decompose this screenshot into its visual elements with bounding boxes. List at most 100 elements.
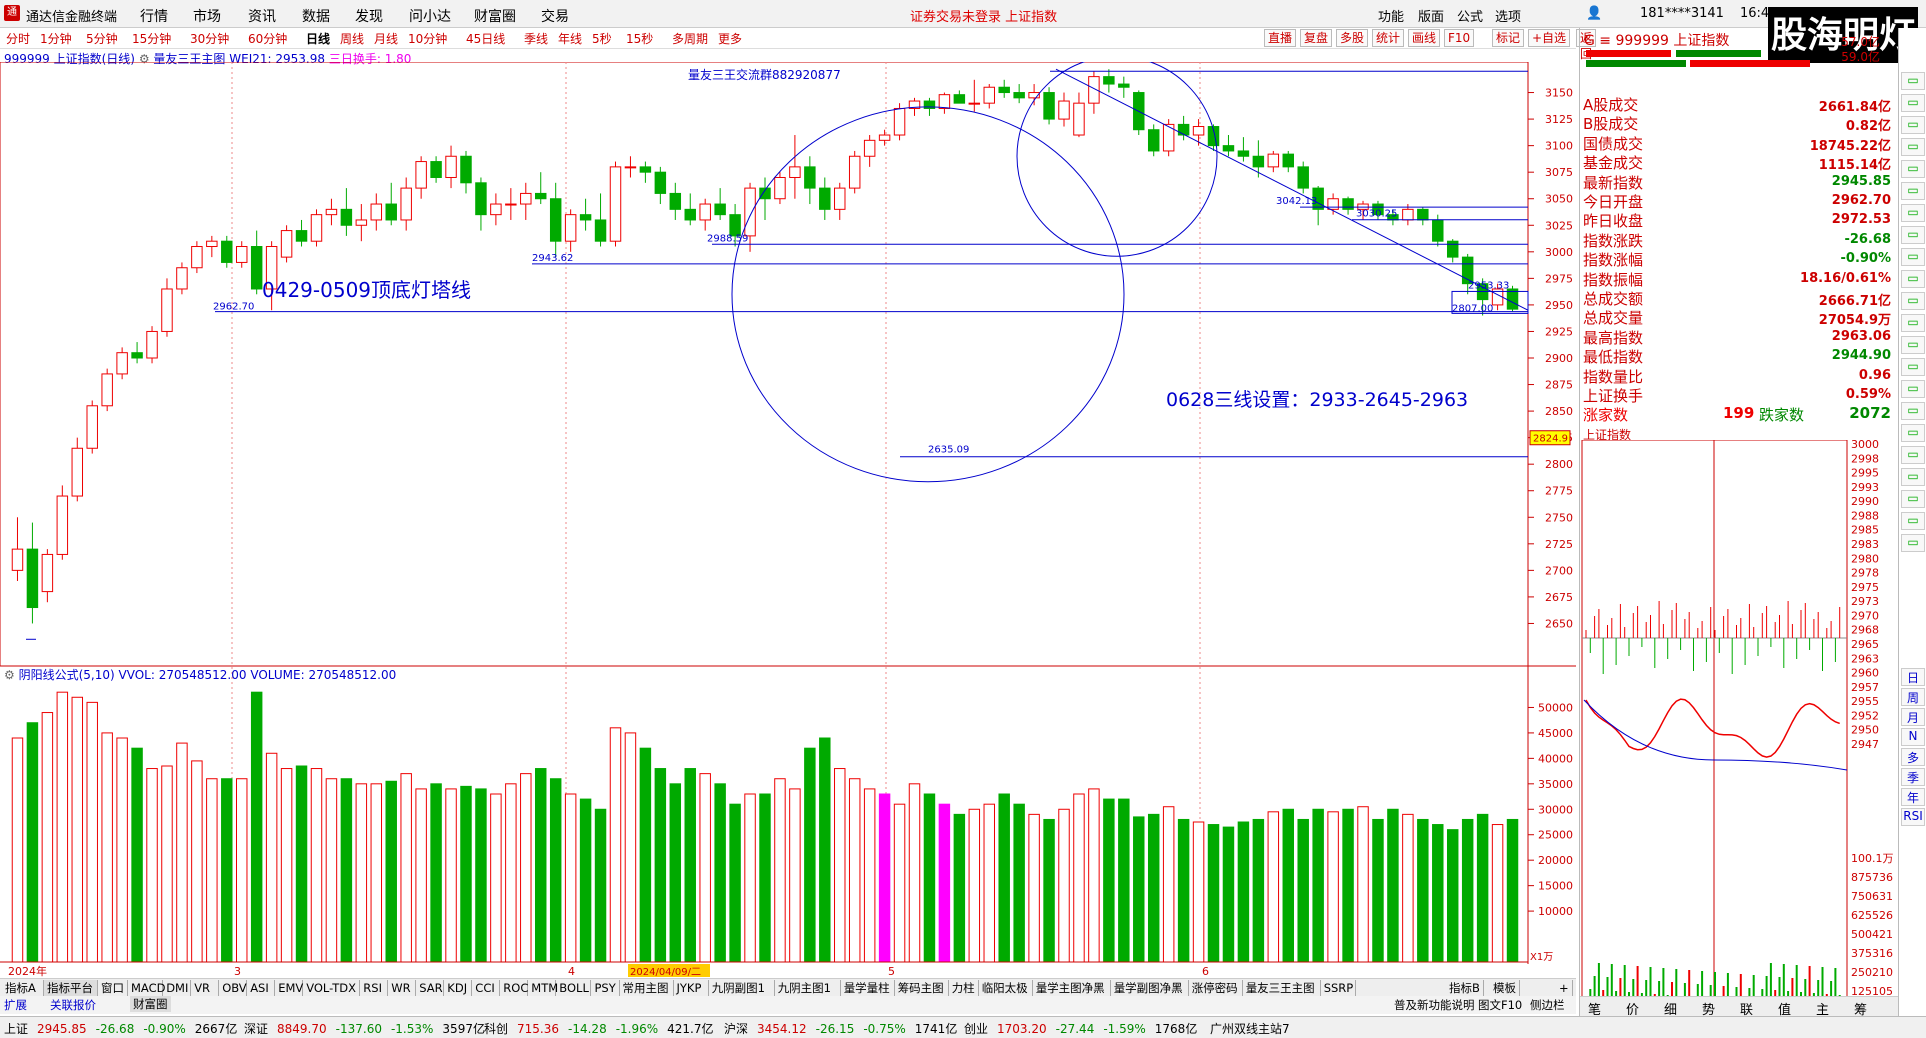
ext-right-item[interactable]: 普及新功能说明 [1394, 997, 1475, 1013]
intraday-mini-chart[interactable]: 30002998 2995299329902988 298529832980 2978… [1580, 440, 1898, 1025]
indicator-tab[interactable]: MTM [528, 980, 558, 996]
sidebar-period[interactable]: 年 [1901, 788, 1925, 806]
period-tab[interactable]: 60分钟 [248, 30, 287, 47]
period-tab[interactable]: 更多 [718, 30, 742, 47]
indicator-tab[interactable]: 量友三王主图 [1243, 980, 1321, 996]
candlestick-chart[interactable]: 3150 3125 3100 3075 3050 3025 3000 2975 2950 2925… [0, 62, 1576, 978]
period-tab[interactable]: 15秒 [626, 30, 653, 47]
indicator-tab[interactable]: OBV [219, 980, 248, 996]
quote-tab[interactable]: 主 [1816, 999, 1829, 1018]
menu-item-options[interactable]: 选项 [1495, 6, 1521, 25]
indicator-tab[interactable]: KDJ [444, 980, 473, 996]
toolbar-button[interactable]: 复盘 [1300, 29, 1333, 47]
sidebar-tool-icon[interactable]: ▭ [1901, 512, 1925, 530]
quote-tab[interactable]: 势 [1702, 999, 1715, 1018]
period-tab[interactable]: 15分钟 [132, 30, 171, 47]
menu-item-formula[interactable]: 公式 [1457, 6, 1483, 25]
quote-tab[interactable]: 笔 [1588, 999, 1601, 1018]
indicator-tab[interactable]: BOLL [556, 980, 592, 996]
quote-tab[interactable]: 筹 [1854, 999, 1867, 1018]
indicator-tab[interactable]: ROC [500, 980, 528, 996]
period-tab[interactable]: 1分钟 [40, 30, 72, 47]
toolbar-button[interactable]: +自选 [1528, 29, 1571, 47]
sidebar-tool-icon[interactable]: ▭ [1901, 336, 1925, 354]
period-tab[interactable]: 30分钟 [190, 30, 229, 47]
indicator-tab[interactable]: CCI [472, 980, 501, 996]
period-tab[interactable]: 分时 [6, 30, 30, 47]
sidebar-period[interactable]: 季 [1901, 768, 1925, 786]
indicator-tab[interactable]: 量学副图净黑 [1111, 980, 1189, 996]
sidebar-tool-icon[interactable]: ▭ [1901, 116, 1925, 134]
menu-item[interactable]: 问小达 [409, 6, 451, 26]
sidebar-tool-icon[interactable]: ▭ [1901, 402, 1925, 420]
indicator-tab[interactable]: SSRP [1321, 980, 1356, 996]
indicator-tab[interactable]: 指标A [2, 980, 44, 996]
indicator-tab[interactable]: RSI [360, 980, 389, 996]
indicator-tab[interactable]: 常用主图 [620, 980, 674, 996]
volume-indicator-name[interactable]: 阴阳线公式(5,10) [19, 668, 115, 682]
indicator-tab[interactable]: 涨停密码 [1189, 980, 1243, 996]
sidebar-tool-icon[interactable]: ▭ [1901, 358, 1925, 376]
indicator-tab[interactable]: EMV [275, 980, 303, 996]
indicator-tab[interactable]: 临阳太极 [979, 980, 1033, 996]
sidebar-tool-icon[interactable]: ▭ [1901, 204, 1925, 222]
period-tab[interactable]: 10分钟 [408, 30, 447, 47]
ext-item[interactable]: 关联报价 [50, 997, 96, 1013]
quote-tab[interactable]: 联 [1740, 999, 1753, 1018]
sidebar-period[interactable]: N [1901, 728, 1925, 746]
sidebar-tool-icon[interactable]: ▭ [1901, 490, 1925, 508]
indicator-tab[interactable]: 九阴主图1 [775, 980, 841, 996]
sidebar-tool-icon[interactable]: ▭ [1901, 424, 1925, 442]
period-tab[interactable]: 季线 [524, 30, 548, 47]
menu-item[interactable]: 资讯 [248, 6, 276, 26]
indicator-tab[interactable]: JYKP [674, 980, 709, 996]
toolbar-button[interactable]: 标记 [1492, 29, 1525, 47]
indicator-tab[interactable]: 量学主图净黑 [1033, 980, 1111, 996]
ext-right-item[interactable]: 图文F10 [1478, 997, 1522, 1013]
sidebar-tool-icon[interactable]: ▭ [1901, 248, 1925, 266]
quote-tab[interactable]: 值 [1778, 999, 1791, 1018]
sidebar-tool-icon[interactable]: ▭ [1901, 292, 1925, 310]
sidebar-tool-icon[interactable]: ▭ [1901, 160, 1925, 178]
menu-item[interactable]: 行情 [140, 6, 168, 26]
indicator-tab[interactable]: ASI [247, 980, 276, 996]
sidebar-period[interactable]: RSI [1901, 808, 1925, 826]
sidebar-tool-icon[interactable]: ▭ [1901, 94, 1925, 112]
period-tab[interactable]: 多周期 [672, 30, 708, 47]
sidebar-tool-icon[interactable]: ▭ [1901, 446, 1925, 464]
indicator-tab[interactable]: 量学量柱 [841, 980, 895, 996]
indicator-tab[interactable]: VOL-TDX [303, 980, 361, 996]
indicator-tab[interactable]: DMI [163, 980, 192, 996]
sidebar-tool-icon[interactable]: ▭ [1901, 138, 1925, 156]
sidebar-tool-icon[interactable]: ▭ [1901, 314, 1925, 332]
ext-item[interactable]: 扩展 [4, 997, 27, 1013]
sidebar-tool-icon[interactable]: ▭ [1901, 534, 1925, 552]
gear-icon[interactable]: ⚙ [4, 668, 15, 682]
period-tab[interactable]: 5秒 [592, 30, 612, 47]
sidebar-period[interactable]: 月 [1901, 708, 1925, 726]
sidebar-tool-icon[interactable]: ▭ [1901, 182, 1925, 200]
period-tab[interactable]: 5分钟 [86, 30, 118, 47]
indicator-tab[interactable]: 指标B [1446, 980, 1484, 996]
sidebar-tool-icon[interactable]: ▭ [1901, 72, 1925, 90]
indicator-tab[interactable]: MACD [128, 980, 165, 996]
indicator-tab[interactable]: 模板 [1490, 980, 1520, 996]
sidebar-period[interactable]: 周 [1901, 688, 1925, 706]
menu-item[interactable]: 交易 [541, 6, 569, 26]
period-tab[interactable]: 45日线 [466, 30, 505, 47]
toolbar-button[interactable]: 直播 [1264, 29, 1297, 47]
quote-tab[interactable]: 细 [1664, 999, 1677, 1018]
toolbar-button[interactable]: 画线 [1408, 29, 1441, 47]
toolbar-button[interactable]: 多股 [1336, 29, 1369, 47]
indicator-tab[interactable]: 筹码主图 [895, 980, 949, 996]
indicator-tab[interactable]: VR [191, 980, 220, 996]
add-tab-icon[interactable]: + [1556, 980, 1573, 996]
menu-item[interactable]: 财富圈 [474, 6, 516, 26]
menu-item-layout[interactable]: 版面 [1418, 6, 1444, 25]
indicator-tab[interactable]: SAR [416, 980, 445, 996]
menu-item[interactable]: 市场 [193, 6, 221, 26]
user-icon[interactable]: 👤 [1586, 6, 1602, 21]
ext-right-item[interactable]: 侧边栏 [1530, 997, 1565, 1013]
indicator-tab[interactable]: 力柱 [949, 980, 979, 996]
indicator-tab[interactable]: 九阴副图1 [709, 980, 775, 996]
